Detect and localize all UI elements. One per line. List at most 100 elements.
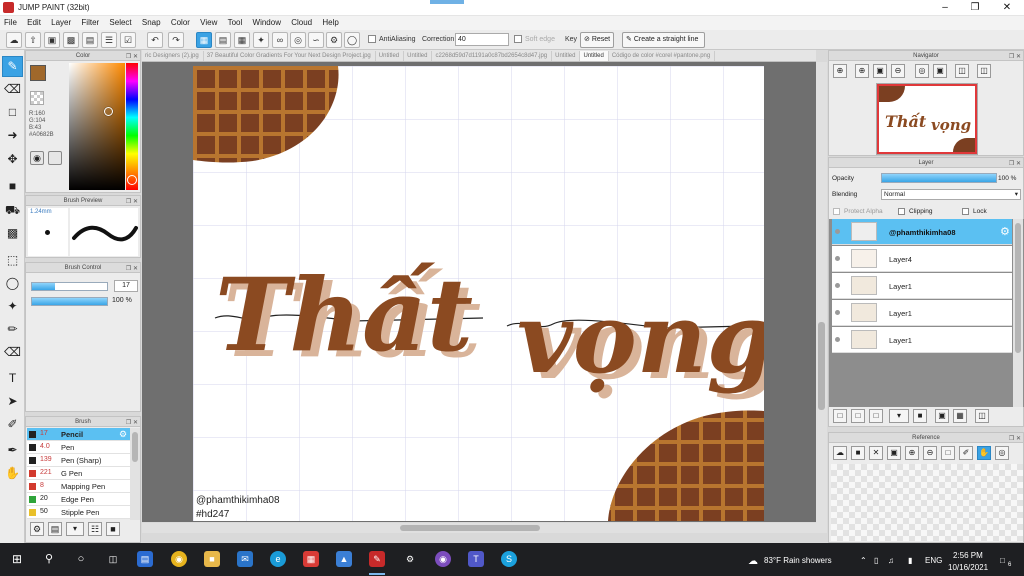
canvas-horizontal-scrollbar[interactable]	[142, 523, 816, 533]
text-tool-icon[interactable]: T	[2, 368, 23, 389]
line-tool-icon[interactable]: ➜	[2, 125, 23, 146]
correction-input[interactable]: 40	[455, 33, 509, 46]
fit-icon[interactable]: ▣	[873, 64, 887, 78]
windows-start-icon[interactable]: ⊞	[9, 551, 25, 567]
layer-visibility-toggle[interactable]	[835, 283, 840, 288]
jump-paint-icon[interactable]: ✎	[369, 551, 385, 567]
fill-rect-tool-icon[interactable]: ■	[2, 176, 23, 197]
menu-cloud[interactable]: Cloud	[287, 16, 316, 27]
menu-file[interactable]: File	[0, 16, 21, 27]
upload-icon[interactable]: ⇧	[25, 32, 41, 48]
target-icon[interactable]: ◎	[290, 32, 306, 48]
store-icon[interactable]: ▤	[137, 551, 153, 567]
menu-edit[interactable]: Edit	[23, 16, 45, 27]
folder-icon[interactable]: ■	[106, 522, 120, 536]
brush-add-icon[interactable]: ▤	[48, 522, 62, 536]
rectangle-tool-icon[interactable]: □	[2, 102, 23, 123]
reference-view[interactable]	[831, 464, 1023, 541]
gear-icon[interactable]: ⚙	[326, 32, 342, 48]
layer-visibility-toggle[interactable]	[835, 310, 840, 315]
menu-help[interactable]: Help	[318, 16, 342, 27]
edge-icon[interactable]: e	[270, 551, 286, 567]
select-eraser-tool-icon[interactable]: ⌫	[2, 342, 23, 363]
cortana-icon[interactable]: ○	[73, 551, 89, 567]
brush-list-scrollbar[interactable]	[130, 428, 140, 520]
hand-icon[interactable]: ✋	[977, 446, 991, 460]
brush-opacity-slider[interactable]	[31, 297, 108, 306]
clock-time[interactable]: 2:56 PM	[953, 551, 983, 560]
layer-opacity-slider[interactable]	[881, 173, 997, 183]
layer-dropdown-icon[interactable]: ▾	[889, 409, 909, 423]
operation-tool-icon[interactable]: ➤	[2, 391, 23, 412]
file-explorer-icon[interactable]: ■	[204, 551, 220, 567]
brush-copy-icon[interactable]: ☷	[88, 522, 102, 536]
layer-row[interactable]: Layer4	[832, 246, 1012, 272]
menu-tool[interactable]: Tool	[224, 16, 247, 27]
color-option-button[interactable]	[48, 151, 62, 165]
reset-rotate-icon[interactable]: ▣	[933, 64, 947, 78]
search-icon[interactable]: ⚲	[41, 551, 57, 567]
saturation-value-picker[interactable]	[69, 63, 125, 190]
menu-filter[interactable]: Filter	[77, 16, 103, 27]
brush-dropdown-icon[interactable]: ▾	[66, 522, 84, 536]
weather-text[interactable]: 83°F Rain showers	[764, 556, 832, 565]
notification-icon[interactable]: □	[1000, 556, 1005, 565]
soft-edge-checkbox[interactable]	[514, 35, 522, 43]
photos-icon[interactable]: ▲	[336, 551, 352, 567]
zoom-out-icon[interactable]: ⊖	[923, 446, 937, 460]
brush-item-pen-sharp[interactable]: 139 Pen (Sharp)	[27, 454, 130, 467]
actual-size-icon[interactable]: □	[941, 446, 955, 460]
layer-type-icon[interactable]: □	[869, 409, 883, 423]
reset-button[interactable]: ⊘ Reset	[580, 32, 615, 48]
straight-line-button[interactable]: ✎ Create a straight line	[622, 32, 705, 48]
lasso-tool-icon[interactable]: ◯	[2, 273, 23, 294]
merge-icon[interactable]: ▦	[953, 409, 967, 423]
rotate-icon[interactable]: ◎	[915, 64, 929, 78]
menu-snap[interactable]: Snap	[138, 16, 165, 27]
hue-slider-handle[interactable]	[127, 175, 137, 185]
circle-icon[interactable]: ◯	[344, 32, 360, 48]
tab-doc-2[interactable]: 37 Beautiful Color Gradients For Your Ne…	[204, 51, 376, 61]
open-folder-icon[interactable]: ■	[851, 446, 865, 460]
curve-icon[interactable]: ∽	[308, 32, 324, 48]
menu-layer[interactable]: Layer	[47, 16, 75, 27]
duplicate-layer-icon[interactable]: □	[851, 409, 865, 423]
navigator-viewport[interactable]	[877, 84, 977, 154]
close-button[interactable]: ✕	[992, 1, 1022, 14]
transparent-swatch[interactable]	[30, 91, 44, 105]
clipping-checkbox[interactable]	[898, 208, 905, 215]
antialias-checkbox[interactable]	[368, 35, 376, 43]
brush-size-input[interactable]: 17	[114, 280, 138, 292]
minimize-button[interactable]: –	[930, 1, 960, 14]
lock-checkbox[interactable]	[962, 208, 969, 215]
battery-icon[interactable]: ▮	[908, 556, 912, 565]
tab-doc-8[interactable]: Código de color #corel #pantone.png	[609, 51, 716, 61]
brush-item-edge-pen[interactable]: 20 Edge Pen	[27, 493, 130, 506]
color-picker-cursor[interactable]	[104, 107, 113, 116]
select-pen-tool-icon[interactable]: ✏	[2, 319, 23, 340]
document-icon[interactable]: ▤	[82, 32, 98, 48]
magic-wand-tool-icon[interactable]: ✦	[2, 296, 23, 317]
eyedropper-icon[interactable]: ✐	[959, 446, 973, 460]
eraser-tool-icon[interactable]: ⌫	[2, 79, 23, 100]
gradient-tool-icon[interactable]: ▩	[2, 223, 23, 244]
cloud-icon[interactable]: ☁	[833, 446, 847, 460]
blending-select[interactable]: Normal ▾	[881, 189, 1021, 200]
menu-select[interactable]: Select	[105, 16, 135, 27]
tab-doc-6[interactable]: Untitled	[552, 51, 581, 61]
layer-row[interactable]: Layer1	[832, 273, 1012, 299]
brush-size-slider[interactable]	[31, 282, 108, 291]
task-view-icon[interactable]: ◫	[105, 551, 121, 567]
tab-doc-5[interactable]: c2268d59d7d1191a0c87bd2654c8d47.jpg	[432, 51, 553, 61]
undo-icon[interactable]: ↶	[147, 32, 163, 48]
palette-icon[interactable]: ◉	[30, 151, 44, 165]
clock-date[interactable]: 10/16/2021	[948, 563, 988, 572]
grid-icon[interactable]: ▦	[234, 32, 250, 48]
settings-icon[interactable]: ⚙	[402, 551, 418, 567]
new-layer-icon[interactable]: □	[833, 409, 847, 423]
mail-icon[interactable]: ✉	[237, 551, 253, 567]
protect-alpha-checkbox[interactable]	[833, 208, 840, 215]
zoom-icon[interactable]: ⊕	[833, 64, 847, 78]
brush-item-mapping-pen[interactable]: 8 Mapping Pen	[27, 480, 130, 493]
chrome-icon[interactable]: ◉	[171, 551, 187, 567]
